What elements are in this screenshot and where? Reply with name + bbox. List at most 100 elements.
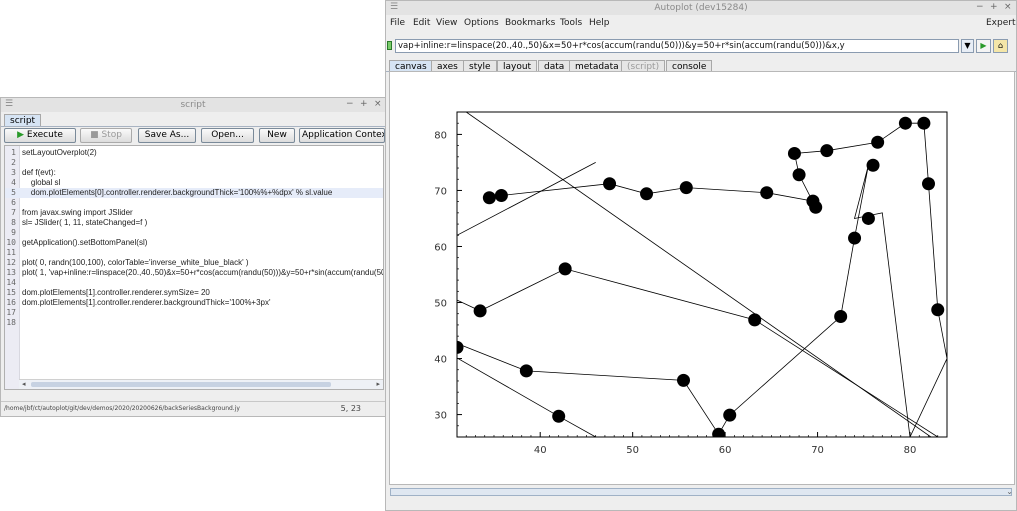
line-number: 13 <box>6 268 16 277</box>
caret-position: 5, 23 <box>340 404 361 413</box>
code-line[interactable]: plot( 1, 'vap+inline:r=linspace(20.,40.,… <box>22 268 383 277</box>
code-line[interactable]: sl= JSlider( 1, 11, stateChanged=f ) <box>22 218 147 227</box>
autoplot-tabstrip: canvas axes style layout data metadata (… <box>386 58 1016 72</box>
horizontal-scrollbar[interactable]: ◂ ▸ <box>19 379 383 389</box>
menu-edit[interactable]: Edit <box>413 18 430 28</box>
menu-help[interactable]: Help <box>589 18 610 28</box>
code-line[interactable]: dom.plotElements[0].controller.renderer.… <box>22 188 332 197</box>
plot-svg[interactable]: 40 50 60 70 80 30 40 50 60 70 80 <box>390 72 1014 484</box>
line-number: 6 <box>11 198 16 207</box>
data-point <box>723 408 737 422</box>
autoplot-titlebar[interactable]: ☰ Autoplot (dev15284) − + × <box>386 1 1016 15</box>
code-line[interactable]: getApplication().setBottomPanel(sl) <box>22 238 147 247</box>
data-point <box>871 135 885 149</box>
line-number: 11 <box>6 248 16 257</box>
code-line[interactable]: dom.plotElements[1].controller.renderer.… <box>22 288 210 297</box>
data-point <box>866 158 880 172</box>
code-line[interactable]: setLayoutOverplot(2) <box>22 148 97 157</box>
x-tick-label: 60 <box>719 445 732 456</box>
line-number: 17 <box>6 308 16 317</box>
stop-button[interactable]: ■ Stop <box>80 128 132 143</box>
line-number: 5 <box>11 188 16 197</box>
data-point <box>558 262 572 276</box>
expert-menu[interactable]: Expert <box>986 18 1016 28</box>
data-point <box>552 409 566 423</box>
menu-tools[interactable]: Tools <box>560 18 582 28</box>
minimize-icon[interactable]: − <box>976 2 984 12</box>
new-button[interactable]: New <box>259 128 295 143</box>
y-tick-label: 40 <box>434 355 447 366</box>
menu-file[interactable]: File <box>390 18 405 28</box>
script-status-bar: /home/jbf/ct/autoplot/git/dev/demos/2020… <box>1 401 385 416</box>
data-point <box>917 116 931 130</box>
data-point <box>834 310 848 324</box>
data-point <box>922 177 936 191</box>
x-tick-label: 40 <box>534 445 547 456</box>
code-line[interactable]: from javax.swing import JSlider <box>22 208 133 217</box>
data-point <box>787 146 801 160</box>
x-tick-label: 50 <box>626 445 639 456</box>
menu-view[interactable]: View <box>436 18 457 28</box>
data-point <box>792 168 806 182</box>
script-window-title: script <box>180 100 206 110</box>
data-point <box>640 187 654 201</box>
y-tick-label: 70 <box>434 186 447 197</box>
data-point <box>931 303 945 317</box>
stop-icon: ■ <box>90 130 99 140</box>
line-number: 8 <box>11 218 16 227</box>
code-editor[interactable]: 1 setLayoutOverplot(2) 2 3 def f(evt): 4 glob… <box>4 145 384 390</box>
play-icon: ▶ <box>980 41 987 50</box>
code-line[interactable]: global sl <box>22 178 60 187</box>
data-source-icon <box>387 41 392 50</box>
line-number: 7 <box>11 208 16 217</box>
save-as-button[interactable]: Save As... <box>138 128 196 143</box>
menu-options[interactable]: Options <box>464 18 499 28</box>
script-window: ☰ script − + × script ▶ Execute ■ Stop S… <box>0 97 386 417</box>
data-point <box>748 313 762 327</box>
line-number: 9 <box>11 228 16 237</box>
data-point <box>898 116 912 130</box>
open-button[interactable]: Open... <box>201 128 254 143</box>
minimize-icon[interactable]: − <box>346 99 354 109</box>
y-tick-label: 60 <box>434 242 447 253</box>
scroll-left-icon[interactable]: ◂ <box>22 380 26 388</box>
browse-button[interactable]: ⌂ <box>993 39 1008 53</box>
menu-bookmarks[interactable]: Bookmarks <box>505 18 555 28</box>
line-number: 3 <box>11 168 16 177</box>
scroll-thumb[interactable] <box>31 382 331 387</box>
line-number: 12 <box>6 258 16 267</box>
maximize-icon[interactable]: + <box>360 99 368 109</box>
plot-canvas[interactable]: 40 50 60 70 80 30 40 50 60 70 80 <box>389 71 1015 485</box>
slider-thumb-icon[interactable]: ⌄ <box>1006 487 1013 496</box>
data-point <box>603 177 617 191</box>
line-number: 16 <box>6 298 16 307</box>
series-line <box>457 343 719 435</box>
y-tick-label: 30 <box>434 411 447 422</box>
code-line[interactable]: def f(evt): <box>22 168 56 177</box>
script-window-titlebar[interactable]: ☰ script − + × <box>1 98 385 112</box>
data-point <box>677 373 691 387</box>
close-icon[interactable]: × <box>1004 2 1012 12</box>
line-number: 1 <box>11 148 16 157</box>
data-point <box>848 231 862 245</box>
scroll-right-icon[interactable]: ▸ <box>376 380 380 388</box>
folder-icon: ⌂ <box>997 41 1004 50</box>
series-line <box>457 162 596 236</box>
execute-button[interactable]: ▶ Execute <box>4 128 76 143</box>
uri-dropdown-button[interactable]: ▼ <box>961 39 974 53</box>
code-line[interactable]: dom.plotElements[1].controller.renderer.… <box>22 298 271 307</box>
app-context-dropdown[interactable]: Application Context <box>299 128 385 143</box>
file-path: /home/jbf/ct/autoplot/git/dev/demos/2020… <box>4 405 240 412</box>
data-point <box>482 191 496 205</box>
tab-script[interactable]: script <box>4 114 42 126</box>
uri-input[interactable]: vap+inline:r=linspace(20.,40.,50)&x=50+r… <box>395 39 959 53</box>
code-line[interactable]: plot( 0, randn(100,100), colorTable='inv… <box>22 258 249 267</box>
maximize-icon[interactable]: + <box>990 2 998 12</box>
data-point <box>712 427 726 437</box>
data-point <box>679 181 693 195</box>
go-button[interactable]: ▶ <box>976 39 991 53</box>
data-point <box>820 144 834 158</box>
close-icon[interactable]: × <box>374 99 382 109</box>
bottom-panel-slider[interactable]: ⌄ <box>390 487 1013 496</box>
play-icon: ▶ <box>17 130 25 140</box>
